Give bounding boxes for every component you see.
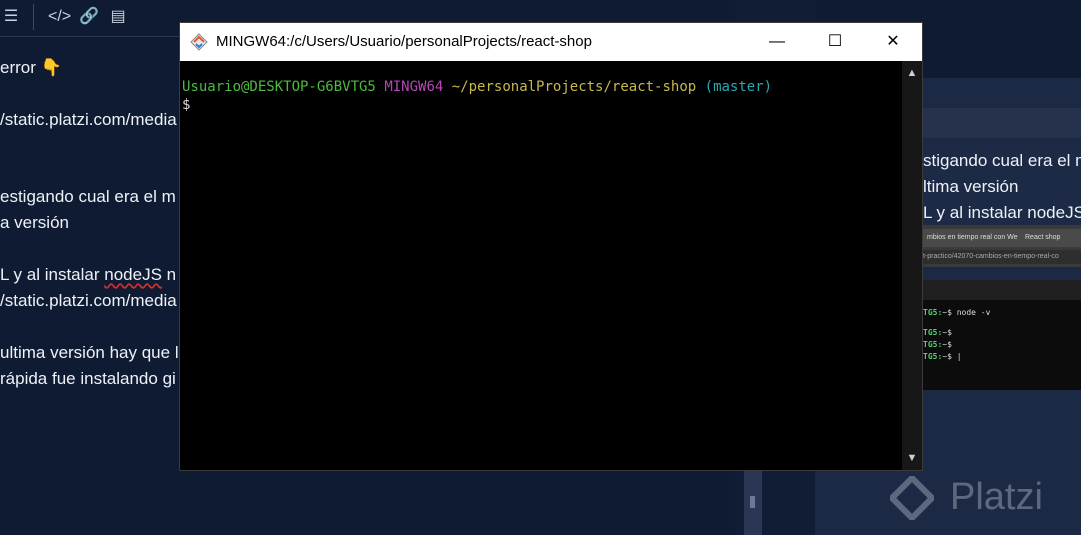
editor-line-1: error 👇 (0, 58, 62, 77)
editor-line-4: a versión (0, 213, 69, 232)
link-icon[interactable]: 🔗 (78, 6, 100, 28)
splitter-grip[interactable] (750, 496, 755, 508)
minimize-button[interactable]: — (754, 23, 800, 61)
editor-line-5: L y al instalar nodeJS n (0, 265, 177, 284)
toolbar-divider (33, 4, 34, 30)
scroll-up-icon[interactable]: ▲ (902, 63, 922, 83)
terminal-window[interactable]: MINGW64:/c/Users/Usuario/personalProject… (179, 22, 923, 471)
preview-term-row: TG5:~$ node -v (923, 308, 991, 317)
preview-line-2: ltima versión (923, 177, 1019, 196)
preview-line-1: stigando cual era el m (923, 151, 1081, 170)
platzi-wordmark: Platzi (950, 476, 1043, 518)
preview-term-row: TG5:~$ | (923, 352, 962, 361)
prompt-branch: (master) (704, 79, 773, 95)
maximize-button[interactable]: ☐ (812, 23, 858, 61)
code-icon[interactable]: </> (48, 6, 71, 28)
terminal-content[interactable]: Usuario@DESKTOP-G6BVTG5 MINGW64 ~/person… (180, 61, 902, 470)
file-icon[interactable]: ▤ (107, 6, 129, 28)
editor-line-3: estigando cual era el m (0, 187, 176, 206)
prompt-line: Usuario@DESKTOP-G6BVTG5 MINGW64 ~/person… (182, 79, 772, 95)
command-input-line[interactable]: $ (182, 97, 190, 113)
close-button[interactable]: ✕ (870, 23, 916, 61)
editor-line-6: /static.platzi.com/media (0, 291, 177, 310)
editor-line-2: /static.platzi.com/media (0, 110, 177, 129)
terminal-title: MINGW64:/c/Users/Usuario/personalProject… (216, 33, 592, 50)
preview-browser-tab-2: React shop (1021, 229, 1081, 247)
preview-line-3: L y al instalar nodeJS (923, 203, 1081, 222)
pane-splitter[interactable] (744, 470, 762, 535)
preview-image-bar (923, 108, 1081, 138)
scroll-down-icon[interactable]: ▼ (902, 448, 922, 468)
terminal-titlebar[interactable]: MINGW64:/c/Users/Usuario/personalProject… (180, 23, 922, 61)
preview-browser-tab-1: mbios en tiempo real con We (923, 229, 1023, 247)
platzi-logo-icon (890, 476, 934, 520)
preview-text: stigando cual era el m ltima versión L y… (923, 145, 1081, 225)
preview-terminal: TG5:~$ node -v TG5:~$ TG5:~$ TG5:~$ | (923, 280, 1081, 390)
preview-term-row: TG5:~$ (923, 328, 952, 337)
preview-browser-url: t-practico/42070-cambios-en-tiempo-real-… (923, 250, 1081, 264)
prompt-path: ~/personalProjects/react-shop (451, 79, 697, 95)
terminal-scrollbar[interactable]: ▲ ▼ (902, 61, 922, 470)
list-icon[interactable]: ☰ (0, 6, 22, 28)
prompt-env: MINGW64 (384, 79, 444, 95)
preview-term-row: TG5:~$ (923, 340, 952, 349)
preview-terminal-header (923, 280, 1081, 300)
git-bash-icon (190, 33, 208, 51)
prompt-user-host: Usuario@DESKTOP-G6BVTG5 (182, 79, 376, 95)
editor-line-8: rápida fue instalando gi (0, 369, 176, 388)
platzi-watermark: Platzi (890, 470, 1080, 530)
pointing-down-emoji: 👇 (40, 58, 62, 77)
editor-line-7: ultima versión hay que l (0, 343, 179, 362)
misspelled-word: nodeJS (104, 265, 162, 284)
preview-browser: mbios en tiempo real con We React shop t… (923, 225, 1081, 267)
